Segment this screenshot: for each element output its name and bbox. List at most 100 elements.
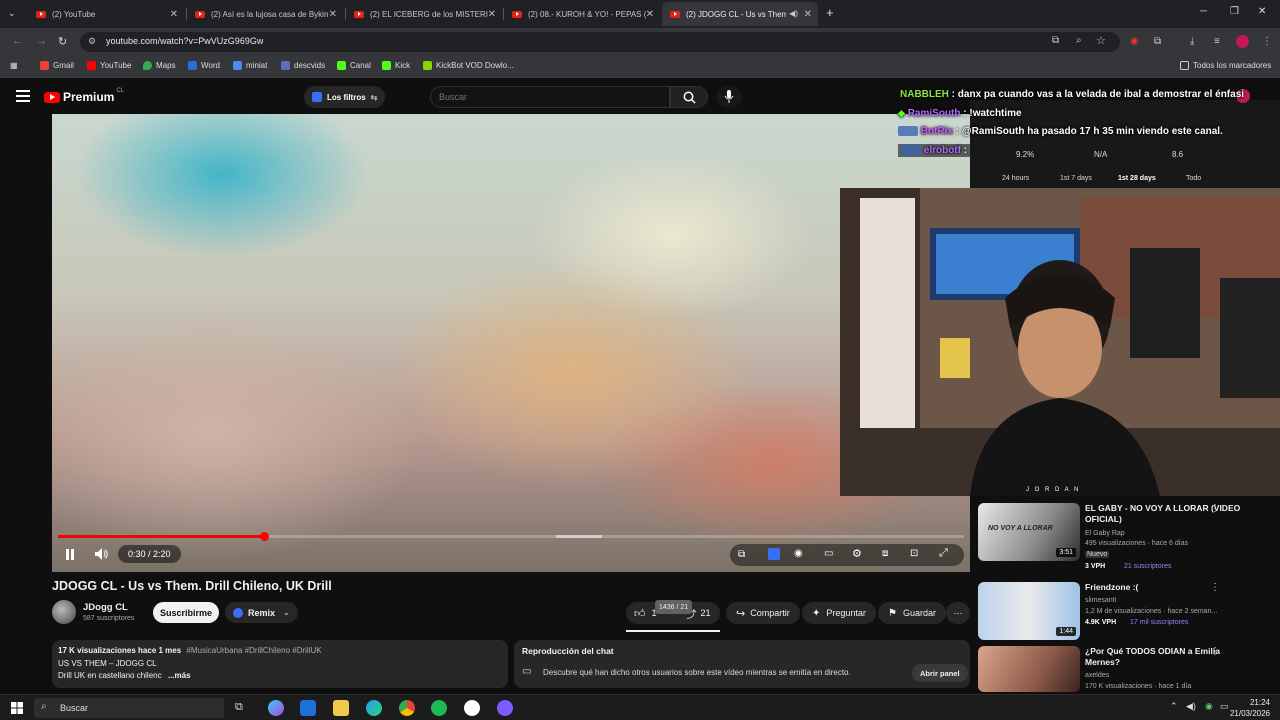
video-player[interactable] (52, 114, 970, 572)
volume-icon[interactable]: ◀) (1186, 701, 1196, 712)
media-controls-icon[interactable]: ≡ (1214, 36, 1220, 47)
youtube-premium-logo[interactable]: Premium CL (44, 88, 124, 104)
task-view-icon[interactable]: ⧉ (235, 701, 243, 714)
tab-iceberg[interactable]: (2) EL ICEBERG de los MISTERIO ✕ (346, 2, 502, 26)
bookmark-kick[interactable]: Kick (382, 61, 410, 70)
store-icon[interactable] (300, 700, 316, 716)
more-vert-icon[interactable]: ⋮ (1210, 582, 1220, 593)
profile-avatar[interactable] (1236, 35, 1249, 48)
tab-kuroh[interactable]: (2) 08.- KUROH & YO! - PEPAS ( ✕ (504, 2, 660, 26)
edge-icon[interactable] (366, 700, 382, 716)
extension-player-icon[interactable] (768, 548, 780, 560)
range-tab[interactable]: 24 hours (1002, 175, 1029, 182)
tray-app-icon[interactable]: ◉ (1205, 701, 1213, 712)
new-tab-button[interactable]: + (826, 5, 834, 20)
progress-bar[interactable] (58, 532, 964, 541)
subtitles-icon[interactable]: ▭ (824, 548, 833, 559)
fullscreen-icon[interactable]: ⤢ (939, 547, 948, 560)
menu-dots-icon[interactable]: ⋮ (1262, 36, 1272, 47)
bookmark-star-icon[interactable]: ☆ (1096, 34, 1106, 47)
all-bookmarks[interactable]: Todos los marcadores (1180, 61, 1271, 70)
search-box[interactable] (430, 86, 670, 108)
spotify-icon[interactable] (431, 700, 447, 716)
more-actions-button[interactable]: ⋯ (946, 602, 970, 624)
video-thumbnail[interactable]: NO VOY A LLORAR 3:51 (978, 503, 1080, 561)
filters-button[interactable]: Los filtros ⇆ (304, 86, 386, 108)
bookmark-maps[interactable]: Maps (143, 61, 176, 70)
range-tab[interactable]: Todo (1186, 175, 1201, 182)
show-more-link[interactable]: ...más (168, 671, 191, 680)
range-tab[interactable]: 1st 7 days (1060, 175, 1092, 182)
reload-icon[interactable]: ↻ (58, 35, 67, 48)
taskbar-clock[interactable]: 21:24 21/03/2026 (1230, 697, 1270, 719)
cast-icon[interactable]: ⊡ (910, 548, 918, 559)
tab-youtube[interactable]: (2) YouTube ✕ (28, 2, 184, 26)
discord-icon[interactable] (497, 700, 513, 716)
voice-search-button[interactable] (716, 86, 742, 108)
bookmark-descvids[interactable]: descvids (281, 61, 325, 70)
extensions-icon[interactable]: ⧉ (1154, 36, 1161, 47)
omnibox[interactable]: ⚙ youtube.com/watch?v=PwVUzG969Gw ⧉ ⌕ ☆ (80, 32, 1120, 52)
tab-search-icon[interactable]: ⌄ (8, 8, 16, 19)
dislike-count[interactable]: 21 (701, 608, 711, 618)
url-text[interactable]: youtube.com/watch?v=PwVUzG969Gw (106, 36, 263, 46)
close-tab-icon[interactable]: ✕ (329, 9, 337, 20)
close-tab-icon[interactable]: ✕ (646, 9, 654, 20)
network-icon[interactable]: ▭ (1220, 701, 1229, 712)
taskbar-search[interactable]: ⌕ Buscar (34, 698, 224, 718)
pause-button[interactable] (60, 544, 80, 564)
speaker-icon[interactable]: ◀) (789, 9, 798, 18)
file-explorer-icon[interactable] (333, 700, 349, 716)
like-icon[interactable]: 👍︎ (634, 607, 646, 620)
subscribe-button[interactable]: Suscribirme (153, 602, 220, 623)
volume-button[interactable] (92, 544, 112, 564)
close-tab-icon[interactable]: ✕ (488, 9, 496, 20)
chevron-up-icon[interactable]: ⌃ (1170, 701, 1178, 712)
downloads-icon[interactable]: ⤓ (1190, 36, 1194, 47)
channel-avatar[interactable] (52, 600, 76, 624)
description-box[interactable]: 17 K visualizaciones hace 1 mes #MusicaU… (52, 640, 508, 688)
minimize-icon[interactable]: ─ (1200, 6, 1207, 17)
more-vert-icon[interactable]: ⋮ (1210, 503, 1220, 514)
bookmark-miniat[interactable]: miniat (233, 61, 267, 70)
record-extension-icon[interactable]: ◉ (1130, 36, 1139, 47)
menu-icon[interactable] (16, 90, 30, 102)
zoom-icon[interactable]: ⌕ (1076, 35, 1082, 46)
tab-jdogg[interactable]: (2) JDOGG CL - Us vs Them ◀) ✕ (662, 2, 818, 26)
autoplay-icon[interactable]: ◉ (794, 548, 803, 559)
chrome-icon[interactable] (399, 700, 415, 716)
range-tab-selected[interactable]: 1st 28 days (1118, 175, 1156, 182)
video-thumbnail[interactable]: 1:44 (978, 582, 1080, 640)
obs-icon[interactable] (464, 700, 480, 716)
tab-bykin[interactable]: (2) Así es la lujosa casa de Bykin ✕ (187, 2, 343, 26)
progress-scrubber[interactable] (259, 532, 269, 541)
recommendation-item[interactable]: ¿Por Qué TODOS ODIAN a Emilia Mernes? ⋮ … (978, 646, 1278, 694)
close-tab-icon[interactable]: ✕ (804, 9, 812, 20)
settings-gear-icon[interactable]: ⚙ (852, 547, 862, 560)
recommendation-item[interactable]: 1:44 Friendzone :( ⋮ slimesanti 1,2 M de… (978, 582, 1278, 648)
close-tab-icon[interactable]: ✕ (170, 9, 178, 20)
rec-channel[interactable]: axeldes (1085, 672, 1109, 679)
miniplayer-icon[interactable]: ⧈ (882, 548, 888, 559)
channel-name[interactable]: JDogg CL (83, 602, 128, 613)
recommendation-item[interactable]: NO VOY A LLORAR 3:51 EL GABY - NO VOY A … (978, 503, 1278, 570)
share-button[interactable]: ↪ Compartir (726, 602, 800, 624)
back-icon[interactable]: ← (12, 35, 23, 47)
miniplayer-cast-icon[interactable]: ⧉ (738, 549, 745, 560)
ask-button[interactable]: ✦ Preguntar (802, 602, 876, 624)
search-input[interactable] (439, 92, 659, 102)
windows-start-icon[interactable] (11, 702, 23, 714)
bookmark-canal[interactable]: Canal (337, 61, 371, 70)
video-thumbnail[interactable] (978, 646, 1080, 692)
bookmark-youtube[interactable]: YouTube (87, 61, 131, 70)
remix-button[interactable]: Remix ⌄ (225, 602, 298, 623)
bookmark-gmail[interactable]: Gmail (40, 61, 74, 70)
site-info-icon[interactable]: ⚙ (88, 36, 96, 47)
bookmark-word[interactable]: Word (188, 61, 220, 70)
apps-grid-icon[interactable]: ▦ (10, 61, 18, 70)
rec-channel[interactable]: El Gaby Rap (1085, 530, 1125, 537)
forward-icon[interactable]: → (36, 35, 47, 47)
install-app-icon[interactable]: ⧉ (1052, 35, 1059, 46)
more-vert-icon[interactable]: ⋮ (1210, 646, 1220, 657)
bookmark-kickbot[interactable]: KickBot VOD Dowlo... (423, 61, 514, 70)
